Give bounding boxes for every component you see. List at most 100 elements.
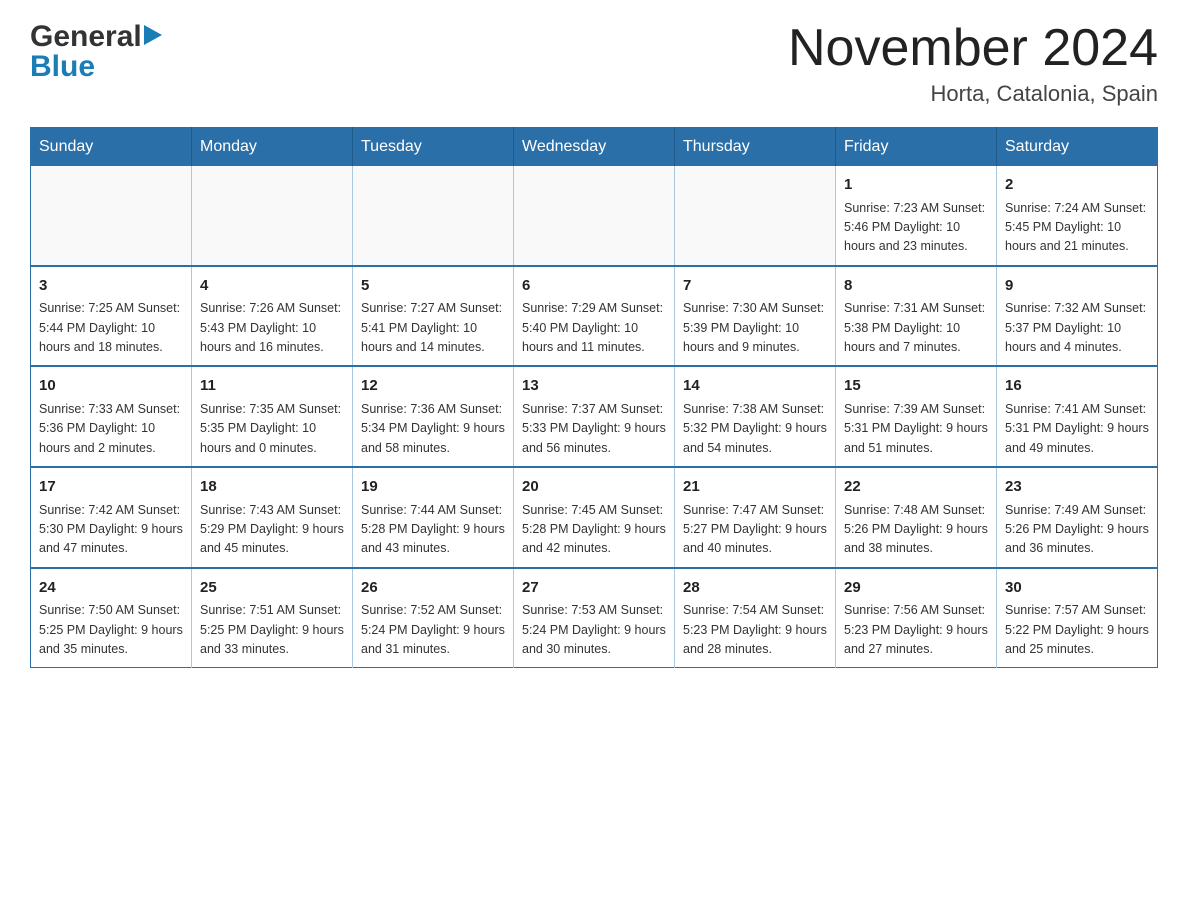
day-number: 5: [361, 275, 505, 298]
calendar-header-wednesday: Wednesday: [514, 128, 675, 167]
day-number: 8: [844, 275, 988, 298]
day-number: 9: [1005, 275, 1149, 298]
day-info: Sunrise: 7:26 AM Sunset: 5:43 PM Dayligh…: [200, 299, 344, 357]
calendar-header-sunday: Sunday: [31, 128, 192, 167]
day-info: Sunrise: 7:44 AM Sunset: 5:28 PM Dayligh…: [361, 501, 505, 559]
day-number: 21: [683, 476, 827, 499]
day-info: Sunrise: 7:48 AM Sunset: 5:26 PM Dayligh…: [844, 501, 988, 559]
calendar-cell: [675, 166, 836, 266]
month-title: November 2024: [788, 20, 1158, 77]
day-number: 4: [200, 275, 344, 298]
calendar-week-row: 10Sunrise: 7:33 AM Sunset: 5:36 PM Dayli…: [31, 366, 1158, 467]
day-number: 26: [361, 577, 505, 600]
calendar-cell: 24Sunrise: 7:50 AM Sunset: 5:25 PM Dayli…: [31, 568, 192, 668]
day-info: Sunrise: 7:51 AM Sunset: 5:25 PM Dayligh…: [200, 601, 344, 659]
day-info: Sunrise: 7:41 AM Sunset: 5:31 PM Dayligh…: [1005, 400, 1149, 458]
day-info: Sunrise: 7:38 AM Sunset: 5:32 PM Dayligh…: [683, 400, 827, 458]
day-number: 30: [1005, 577, 1149, 600]
calendar-cell: [353, 166, 514, 266]
day-number: 15: [844, 375, 988, 398]
calendar-cell: 14Sunrise: 7:38 AM Sunset: 5:32 PM Dayli…: [675, 366, 836, 467]
calendar-cell: [192, 166, 353, 266]
day-number: 13: [522, 375, 666, 398]
day-info: Sunrise: 7:57 AM Sunset: 5:22 PM Dayligh…: [1005, 601, 1149, 659]
day-info: Sunrise: 7:52 AM Sunset: 5:24 PM Dayligh…: [361, 601, 505, 659]
day-info: Sunrise: 7:50 AM Sunset: 5:25 PM Dayligh…: [39, 601, 183, 659]
day-info: Sunrise: 7:49 AM Sunset: 5:26 PM Dayligh…: [1005, 501, 1149, 559]
day-info: Sunrise: 7:31 AM Sunset: 5:38 PM Dayligh…: [844, 299, 988, 357]
calendar-cell: 18Sunrise: 7:43 AM Sunset: 5:29 PM Dayli…: [192, 467, 353, 568]
day-number: 11: [200, 375, 344, 398]
calendar-cell: 20Sunrise: 7:45 AM Sunset: 5:28 PM Dayli…: [514, 467, 675, 568]
day-info: Sunrise: 7:37 AM Sunset: 5:33 PM Dayligh…: [522, 400, 666, 458]
day-number: 7: [683, 275, 827, 298]
calendar-cell: 28Sunrise: 7:54 AM Sunset: 5:23 PM Dayli…: [675, 568, 836, 668]
calendar-header-monday: Monday: [192, 128, 353, 167]
day-info: Sunrise: 7:43 AM Sunset: 5:29 PM Dayligh…: [200, 501, 344, 559]
calendar-cell: 4Sunrise: 7:26 AM Sunset: 5:43 PM Daylig…: [192, 266, 353, 367]
day-number: 25: [200, 577, 344, 600]
header: General Blue November 2024 Horta, Catalo…: [30, 20, 1158, 107]
day-number: 27: [522, 577, 666, 600]
title-area: November 2024 Horta, Catalonia, Spain: [788, 20, 1158, 107]
calendar-header-friday: Friday: [836, 128, 997, 167]
day-number: 28: [683, 577, 827, 600]
calendar-week-row: 24Sunrise: 7:50 AM Sunset: 5:25 PM Dayli…: [31, 568, 1158, 668]
logo-blue-text: Blue: [30, 50, 95, 84]
day-number: 24: [39, 577, 183, 600]
calendar-cell: [514, 166, 675, 266]
calendar-cell: 7Sunrise: 7:30 AM Sunset: 5:39 PM Daylig…: [675, 266, 836, 367]
calendar-cell: 8Sunrise: 7:31 AM Sunset: 5:38 PM Daylig…: [836, 266, 997, 367]
day-number: 14: [683, 375, 827, 398]
calendar-cell: [31, 166, 192, 266]
calendar-table: SundayMondayTuesdayWednesdayThursdayFrid…: [30, 127, 1158, 668]
calendar-cell: 15Sunrise: 7:39 AM Sunset: 5:31 PM Dayli…: [836, 366, 997, 467]
calendar-cell: 16Sunrise: 7:41 AM Sunset: 5:31 PM Dayli…: [997, 366, 1158, 467]
calendar-cell: 22Sunrise: 7:48 AM Sunset: 5:26 PM Dayli…: [836, 467, 997, 568]
day-number: 23: [1005, 476, 1149, 499]
calendar-cell: 27Sunrise: 7:53 AM Sunset: 5:24 PM Dayli…: [514, 568, 675, 668]
logo-arrow-icon: [144, 25, 162, 50]
day-info: Sunrise: 7:33 AM Sunset: 5:36 PM Dayligh…: [39, 400, 183, 458]
calendar-cell: 21Sunrise: 7:47 AM Sunset: 5:27 PM Dayli…: [675, 467, 836, 568]
calendar-cell: 3Sunrise: 7:25 AM Sunset: 5:44 PM Daylig…: [31, 266, 192, 367]
day-info: Sunrise: 7:42 AM Sunset: 5:30 PM Dayligh…: [39, 501, 183, 559]
day-info: Sunrise: 7:25 AM Sunset: 5:44 PM Dayligh…: [39, 299, 183, 357]
day-number: 6: [522, 275, 666, 298]
day-info: Sunrise: 7:32 AM Sunset: 5:37 PM Dayligh…: [1005, 299, 1149, 357]
day-number: 10: [39, 375, 183, 398]
day-info: Sunrise: 7:24 AM Sunset: 5:45 PM Dayligh…: [1005, 199, 1149, 257]
calendar-cell: 29Sunrise: 7:56 AM Sunset: 5:23 PM Dayli…: [836, 568, 997, 668]
day-number: 2: [1005, 174, 1149, 197]
day-info: Sunrise: 7:54 AM Sunset: 5:23 PM Dayligh…: [683, 601, 827, 659]
day-number: 1: [844, 174, 988, 197]
day-number: 29: [844, 577, 988, 600]
day-info: Sunrise: 7:27 AM Sunset: 5:41 PM Dayligh…: [361, 299, 505, 357]
calendar-week-row: 3Sunrise: 7:25 AM Sunset: 5:44 PM Daylig…: [31, 266, 1158, 367]
calendar-header-row: SundayMondayTuesdayWednesdayThursdayFrid…: [31, 128, 1158, 167]
day-number: 12: [361, 375, 505, 398]
calendar-cell: 6Sunrise: 7:29 AM Sunset: 5:40 PM Daylig…: [514, 266, 675, 367]
calendar-cell: 5Sunrise: 7:27 AM Sunset: 5:41 PM Daylig…: [353, 266, 514, 367]
day-number: 19: [361, 476, 505, 499]
calendar-cell: 25Sunrise: 7:51 AM Sunset: 5:25 PM Dayli…: [192, 568, 353, 668]
calendar-header-tuesday: Tuesday: [353, 128, 514, 167]
day-info: Sunrise: 7:36 AM Sunset: 5:34 PM Dayligh…: [361, 400, 505, 458]
day-info: Sunrise: 7:53 AM Sunset: 5:24 PM Dayligh…: [522, 601, 666, 659]
location-title: Horta, Catalonia, Spain: [788, 81, 1158, 107]
day-info: Sunrise: 7:29 AM Sunset: 5:40 PM Dayligh…: [522, 299, 666, 357]
calendar-week-row: 1Sunrise: 7:23 AM Sunset: 5:46 PM Daylig…: [31, 166, 1158, 266]
calendar-cell: 2Sunrise: 7:24 AM Sunset: 5:45 PM Daylig…: [997, 166, 1158, 266]
day-number: 18: [200, 476, 344, 499]
day-number: 16: [1005, 375, 1149, 398]
calendar-cell: 1Sunrise: 7:23 AM Sunset: 5:46 PM Daylig…: [836, 166, 997, 266]
day-info: Sunrise: 7:56 AM Sunset: 5:23 PM Dayligh…: [844, 601, 988, 659]
logo: General Blue: [30, 20, 162, 84]
logo-general-text: General: [30, 20, 142, 54]
calendar-header-saturday: Saturday: [997, 128, 1158, 167]
calendar-cell: 19Sunrise: 7:44 AM Sunset: 5:28 PM Dayli…: [353, 467, 514, 568]
calendar-cell: 10Sunrise: 7:33 AM Sunset: 5:36 PM Dayli…: [31, 366, 192, 467]
calendar-cell: 13Sunrise: 7:37 AM Sunset: 5:33 PM Dayli…: [514, 366, 675, 467]
calendar-cell: 26Sunrise: 7:52 AM Sunset: 5:24 PM Dayli…: [353, 568, 514, 668]
day-info: Sunrise: 7:23 AM Sunset: 5:46 PM Dayligh…: [844, 199, 988, 257]
